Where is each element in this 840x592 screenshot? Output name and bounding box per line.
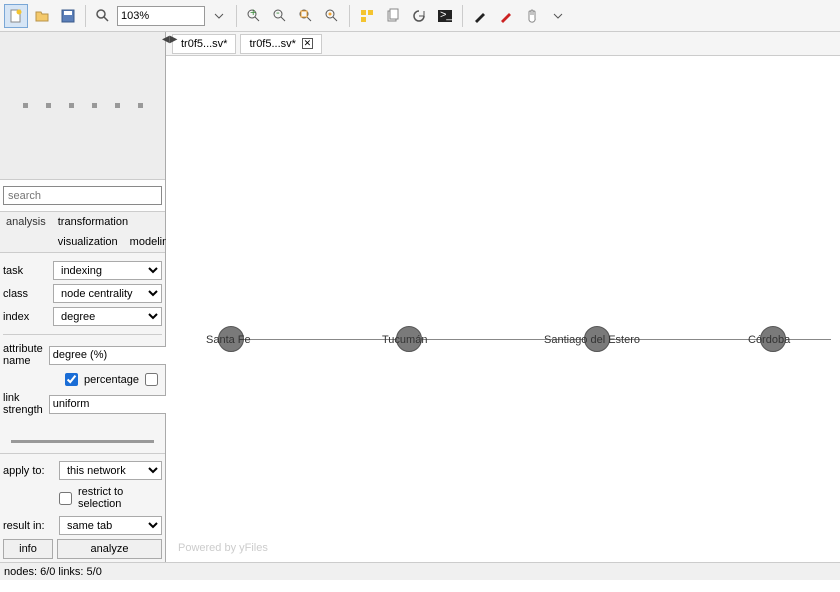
doc-tab-2[interactable]: tr0f5...sv* ✕ <box>240 34 321 54</box>
percentage-secondary-checkbox[interactable] <box>145 373 158 386</box>
apply-to-select[interactable]: this network <box>59 461 162 480</box>
watermark-text: Powered by yFiles <box>178 542 268 554</box>
status-bar: nodes: 6/0 links: 5/0 <box>0 562 840 580</box>
new-file-button[interactable] <box>4 4 28 28</box>
node-label: Santa Fe <box>206 334 251 346</box>
refresh-button[interactable] <box>407 4 431 28</box>
content-area: ◀▶ tr0f5...sv* tr0f5...sv* ✕ Santa Fe Tu… <box>166 32 840 562</box>
tab-visualization[interactable]: visualization <box>52 232 124 252</box>
restrict-label: restrict to selection <box>78 486 158 510</box>
result-in-label: result in: <box>3 520 53 532</box>
main-toolbar: + - >_ <box>0 0 840 32</box>
index-select[interactable]: degree <box>53 307 162 326</box>
copy-button[interactable] <box>381 4 405 28</box>
close-icon[interactable]: ✕ <box>302 38 313 49</box>
zoom-out-button[interactable]: - <box>268 4 292 28</box>
more-button[interactable] <box>546 4 570 28</box>
save-button[interactable] <box>56 4 80 28</box>
doc-tab-label: tr0f5...sv* <box>181 38 227 50</box>
percentage-checkbox[interactable] <box>65 373 78 386</box>
panel-resizer-icon[interactable]: ◀▶ <box>162 34 177 45</box>
doc-tab-label: tr0f5...sv* <box>249 38 295 50</box>
zoom-fit-button[interactable] <box>294 4 318 28</box>
svg-text:+: + <box>250 8 256 19</box>
class-label: class <box>3 288 47 300</box>
zoom-reset-button[interactable] <box>320 4 344 28</box>
link-strength-label: link strength <box>3 392 43 416</box>
doc-tab-1[interactable]: tr0f5...sv* <box>172 34 236 54</box>
scrollbar-handle[interactable] <box>11 440 154 443</box>
graph-edge <box>231 339 831 340</box>
attribute-name-label: attribute name <box>3 343 43 367</box>
mode-tabs: analysis transformation visualization mo… <box>0 211 165 253</box>
restrict-checkbox[interactable] <box>59 492 72 505</box>
info-button[interactable]: info <box>3 539 53 559</box>
layout-button[interactable] <box>355 4 379 28</box>
pen-red-button[interactable] <box>494 4 518 28</box>
hand-tool-button[interactable] <box>520 4 544 28</box>
node-label: Tucumán <box>382 334 427 346</box>
svg-text:-: - <box>276 8 280 19</box>
open-file-button[interactable] <box>30 4 54 28</box>
search-input[interactable] <box>3 186 162 205</box>
status-text: nodes: 6/0 links: 5/0 <box>4 566 102 578</box>
task-label: task <box>3 265 47 277</box>
overview-panel <box>0 32 165 180</box>
node-label: Córdoba <box>748 334 790 346</box>
result-in-select[interactable]: same tab <box>59 516 162 535</box>
percentage-label: percentage <box>84 374 139 386</box>
sidebar-panel: analysis transformation visualization mo… <box>0 32 166 562</box>
node-label: Santiago del Estero <box>544 334 640 346</box>
analysis-label: analysis <box>0 212 52 252</box>
task-select[interactable]: indexing <box>53 261 162 280</box>
zoom-dropdown-button[interactable] <box>207 4 231 28</box>
zoom-tool-button[interactable] <box>91 4 115 28</box>
analyze-button[interactable]: analyze <box>57 539 162 559</box>
zoom-level-input[interactable] <box>117 6 205 26</box>
graph-canvas[interactable]: Santa Fe Tucumán Santiago del Estero Cór… <box>166 56 840 562</box>
zoom-in-button[interactable]: + <box>242 4 266 28</box>
svg-text:>_: >_ <box>440 9 453 21</box>
console-button[interactable]: >_ <box>433 4 457 28</box>
pen-black-button[interactable] <box>468 4 492 28</box>
apply-to-label: apply to: <box>3 465 53 477</box>
index-label: index <box>3 311 47 323</box>
document-tabs: ◀▶ tr0f5...sv* tr0f5...sv* ✕ <box>166 32 840 56</box>
tab-transformation[interactable]: transformation <box>52 212 134 232</box>
class-select[interactable]: node centrality <box>53 284 162 303</box>
